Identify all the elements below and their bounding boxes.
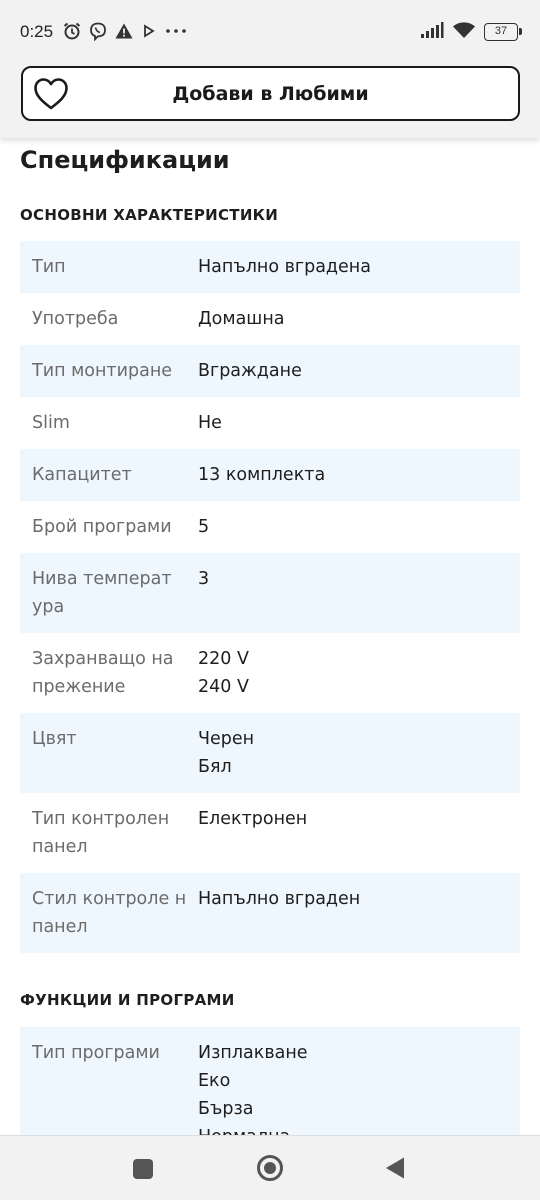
- table-row: Употреба Домашна: [20, 293, 520, 345]
- spec-value: 3: [198, 565, 520, 621]
- spec-key: Брой програми: [32, 517, 172, 537]
- spec-key: Захранващо на прежение: [32, 649, 174, 697]
- spec-value-line: Електронен: [198, 809, 308, 829]
- spec-key: Slim: [32, 413, 70, 433]
- viber-icon: [88, 21, 108, 45]
- table-row: Брой програми 5: [20, 501, 520, 553]
- home-circle-icon[interactable]: [256, 1154, 284, 1186]
- add-to-favorites-label: Добави в Любими: [172, 82, 369, 105]
- page-title: Спецификации: [20, 146, 230, 174]
- favorites-header: Добави в Любими: [0, 58, 540, 138]
- spec-key: Употреба: [32, 309, 119, 329]
- spec-value-line: Изплакване: [198, 1043, 308, 1063]
- section-title-main: ОСНОВНИ ХАРАКТЕРИСТИКИ: [20, 206, 279, 224]
- spec-value: Вграждане: [198, 357, 520, 385]
- spec-key: Цвят: [32, 729, 77, 749]
- spec-value-line: Домашна: [198, 309, 285, 329]
- spec-value-line: Еко: [198, 1071, 231, 1091]
- section-title-functions: ФУНКЦИИ И ПРОГРАМИ: [20, 991, 235, 1009]
- status-time: 0:25: [20, 22, 54, 41]
- main-specs-table: Тип Напълно вградена Употреба Домашна Ти…: [20, 241, 520, 953]
- spec-value-line: 3: [198, 569, 210, 589]
- back-triangle-icon[interactable]: [384, 1156, 406, 1184]
- heart-outline-icon: [33, 77, 69, 111]
- add-to-favorites-button[interactable]: Добави в Любими: [21, 66, 520, 121]
- spec-value-line: Вграждане: [198, 361, 302, 381]
- table-row: Тип монтиране Вграждане: [20, 345, 520, 397]
- table-row: Slim Не: [20, 397, 520, 449]
- spec-value-line: Бял: [198, 757, 232, 777]
- spec-key: Тип: [32, 257, 66, 277]
- battery-icon: 37: [484, 23, 522, 41]
- spec-value-line: 13 комплекта: [198, 465, 326, 485]
- status-bar: 0:25 37: [0, 0, 540, 58]
- spec-value: Напълно вграден: [198, 885, 520, 941]
- spec-value: Електронен: [198, 805, 520, 861]
- recents-square-icon[interactable]: [132, 1158, 154, 1184]
- table-row: Тип Напълно вградена: [20, 241, 520, 293]
- spec-value: Напълно вградена: [198, 253, 520, 281]
- spec-value-line: Напълно вградена: [198, 257, 371, 277]
- table-row: Нива температ ура 3: [20, 553, 520, 633]
- spec-value: 13 комплекта: [198, 461, 520, 489]
- spec-value: Не: [198, 409, 520, 437]
- spec-value: 220 V 240 V: [198, 645, 520, 701]
- table-row: Захранващо на прежение 220 V 240 V: [20, 633, 520, 713]
- spec-value-line: 240 V: [198, 677, 249, 697]
- spec-value-line: 220 V: [198, 649, 249, 669]
- notification-icons: [62, 21, 188, 45]
- spec-value-line: Не: [198, 413, 222, 433]
- table-row: Капацитет 13 комплекта: [20, 449, 520, 501]
- spec-key: Тип монтиране: [32, 361, 173, 381]
- signal-icon: [420, 21, 444, 43]
- spec-key: Тип контролен панел: [32, 809, 170, 857]
- spec-key: Стил контроле н панел: [32, 889, 187, 937]
- spec-key: Нива температ ура: [32, 569, 172, 617]
- more-icon: [164, 21, 188, 45]
- table-row: Цвят Черен Бял: [20, 713, 520, 793]
- spec-value: Домашна: [198, 305, 520, 333]
- spec-value-line: Бърза: [198, 1099, 254, 1119]
- table-row: Тип контролен панел Електронен: [20, 793, 520, 873]
- spec-value-line: Черен: [198, 729, 255, 749]
- spec-value: Черен Бял: [198, 725, 520, 781]
- spec-value-line: 5: [198, 517, 210, 537]
- spec-value: 5: [198, 513, 520, 541]
- play-icon: [140, 21, 158, 45]
- spec-key: Капацитет: [32, 465, 132, 485]
- table-row: Стил контроле н панел Напълно вграден: [20, 873, 520, 953]
- alarm-icon: [62, 21, 82, 45]
- wifi-icon: [452, 21, 476, 43]
- system-icons: 37: [420, 21, 522, 43]
- warning-icon: [114, 21, 134, 45]
- navigation-bar: [0, 1135, 540, 1200]
- spec-value-line: Напълно вграден: [198, 889, 361, 909]
